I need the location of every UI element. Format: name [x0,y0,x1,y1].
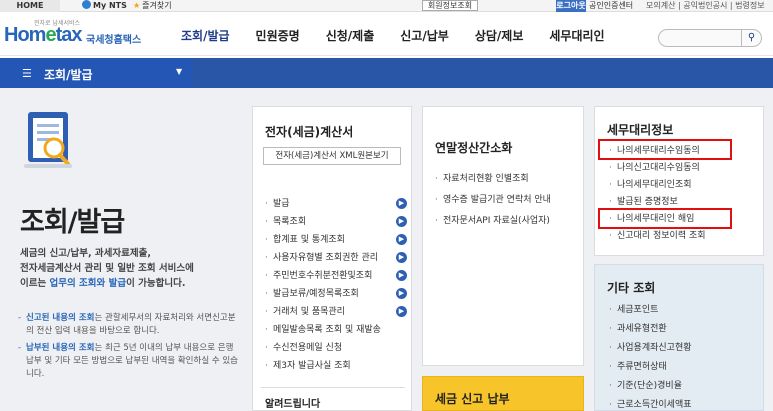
search-input[interactable] [665,32,737,45]
tax-report-pay-panel[interactable]: 세금 신고 납부 [422,376,584,411]
utility-links[interactable]: 모의계산 | 공익법인공시 | 법령정보 [646,0,765,12]
arrow-right-icon: ▶ [396,270,407,281]
star-icon: ★ [133,1,141,10]
list-item[interactable]: · 세금포인트 [609,301,759,320]
year-end-title: 연말정산간소화 [435,141,513,155]
notes-list: 신고된 내용의 조회는 관할세무서의 자료처리와 서면신고분의 전산 입력 내용… [18,312,238,385]
arrow-right-icon: ▶ [396,288,407,299]
list-item[interactable]: · 자료처리현황 인별조회 [435,169,581,190]
intro-text: 세금의 신고/납부, 과세자료제출, 전자세금계산서 관리 및 일반 조회 서비… [20,248,194,289]
hometax-logo[interactable]: 전자로 납세서비스 Hometax 국세청홈택스 [4,18,154,50]
global-nav: 조회/발급 민원증명 신청/제출 신고/납부 상담/제보 세무대리인 [168,12,618,56]
top-utility-bar: HOME My NTS ★ 즐겨찾기 회원정보조회 로그아웃 공인인증센터 모의계… [0,0,773,12]
document-search-icon [24,112,72,168]
my-nts-label: My NTS [93,1,127,10]
hamburger-icon: ☰ [22,67,32,80]
list-item[interactable]: · 사용자유형별 조회권한 관리 ▶ [265,249,407,267]
gnb-civil-certificate[interactable]: 민원증명 [243,12,313,56]
note-reported: 신고된 내용의 조회는 관할세무서의 자료처리와 서면신고분의 전산 입력 내용… [18,312,238,338]
logout-button[interactable]: 로그아웃 [556,0,586,12]
intro-panel: 조회/발급 세금의 신고/납부, 과세자료제출, 전자세금계산서 관리 및 일반… [0,88,240,411]
logo-wordmark: Hometax [4,24,82,46]
gnb-inquiry-issue[interactable]: 조회/발급 [168,12,243,56]
list-item[interactable]: · 영수증 발급기관 연락처 안내 [435,190,581,211]
year-end-panel: 연말정산간소화 · 자료처리현황 인별조회 · 영수증 발급기관 연락처 안내 · 전… [422,106,584,366]
arrow-right-icon: ▶ [396,234,407,245]
e-invoice-title: 전자(세금)계산서 [265,125,354,139]
list-item[interactable]: · 발급 ▶ [265,195,407,213]
list-item[interactable]: · 신고대리 정보이력 조회 [609,228,759,245]
e-invoice-links: · 발급 ▶ · 목록조회 ▶ · 합계표 및 통계조회 ▶ · 사용자유형별 조회권한 관리… [265,195,407,375]
tax-report-pay-title: 세금 신고 납부 [435,392,510,406]
tax-agent-panel: 세무대리정보 · 나의세무대리수임동의 · 나의신고대리수임동의 · 나의세무대리인조… [594,106,764,256]
favorites-label: 즐겨찾기 [142,1,172,10]
search-icon[interactable]: ⚲ [741,30,761,46]
divider [261,387,405,388]
list-item[interactable]: · 메일발송목록 조회 및 재발송 [265,321,407,339]
other-inquiry-title: 기타 조회 [607,281,656,295]
member-info-button[interactable]: 회원정보조회 [422,0,478,11]
e-invoice-panel: 전자(세금)계산서 전자(세금)계산서 XML원본보기 · 발급 ▶ · 목록조회 ▶ … [252,106,412,411]
list-item[interactable]: · 근로소득간이세액표 [609,396,759,411]
list-item[interactable]: · 전자문서API 자료실(사업자) [435,211,581,232]
list-item[interactable]: · 기준(단순)경비율 [609,377,759,396]
list-item[interactable]: · 나의세무대리인조회 [609,177,759,194]
highlight-box-consent [598,139,732,160]
arrow-right-icon: ▶ [396,252,407,263]
cert-center-link[interactable]: 공인인증센터 [589,0,633,12]
globe-icon [82,0,91,9]
section-dropdown[interactable]: ☰ 조회/발급 ▼ [0,58,192,88]
xml-view-button[interactable]: 전자(세금)계산서 XML원본보기 [263,147,401,165]
list-item[interactable]: · 나의신고대리수임동의 [609,160,759,177]
gnb-apply-submit[interactable]: 신청/제출 [313,12,388,56]
list-item[interactable]: · 사업용계좌신고현황 [609,339,759,358]
favorites-link[interactable]: ★ 즐겨찾기 [133,0,172,12]
section-nav-bar: ☰ 조회/발급 ▼ [0,58,773,88]
my-nts-link[interactable]: My NTS [82,0,127,12]
other-inquiry-panel: 기타 조회 · 세금포인트 · 과세유형전환 · 사업용계좌신고현황 · 주류면허상태 … [594,264,764,411]
logo-korean-name: 국세청홈택스 [86,35,142,46]
note-paid: 납부된 내용의 조회는 최근 5년 이내의 납부 내용으로 은행 납부 및 기타… [18,342,238,381]
highlight-box-dismiss [598,208,732,229]
list-item[interactable]: · 발급보류/예정목록조회 ▶ [265,285,407,303]
list-item[interactable]: · 주류면허상태 [609,358,759,377]
page-title: 조회/발급 [20,207,125,238]
gnb-tax-agent[interactable]: 세무대리인 [536,12,617,56]
list-item[interactable]: · 합계표 및 통계조회 ▶ [265,231,407,249]
list-item[interactable]: · 제3자 발급사실 조회 [265,357,407,375]
other-inquiry-links: · 세금포인트 · 과세유형전환 · 사업용계좌신고현황 · 주류면허상태 · 기준(단순… [609,301,759,411]
main-content: 조회/발급 세금의 신고/납부, 과세자료제출, 전자세금계산서 관리 및 일반… [0,88,773,411]
list-item[interactable]: · 수신전용메일 신청 [265,339,407,357]
tax-agent-title: 세무대리정보 [607,123,674,137]
caret-down-icon: ▼ [176,67,183,76]
site-header: 전자로 납세서비스 Hometax 국세청홈택스 조회/발급 민원증명 신청/제… [0,12,773,56]
list-item[interactable]: · 목록조회 ▶ [265,213,407,231]
list-item[interactable]: · 거래처 및 품목관리 ▶ [265,303,407,321]
arrow-right-icon: ▶ [396,306,407,317]
year-end-links: · 자료처리현황 인별조회 · 영수증 발급기관 연락처 안내 · 전자문서API 자… [435,169,581,232]
arrow-right-icon: ▶ [396,216,407,227]
home-link[interactable]: HOME [0,0,60,12]
search-box: ⚲ [658,29,762,47]
list-item[interactable]: · 주민번호수취분전환및조회 ▶ [265,267,407,285]
gnb-report-pay[interactable]: 신고/납부 [387,12,462,56]
gnb-consult-report[interactable]: 상담/제보 [462,12,537,56]
notice-heading[interactable]: 알려드립니다 [265,395,320,410]
section-label: 조회/발급 [44,68,93,82]
list-item[interactable]: · 과세유형전환 [609,320,759,339]
arrow-right-icon: ▶ [396,198,407,209]
